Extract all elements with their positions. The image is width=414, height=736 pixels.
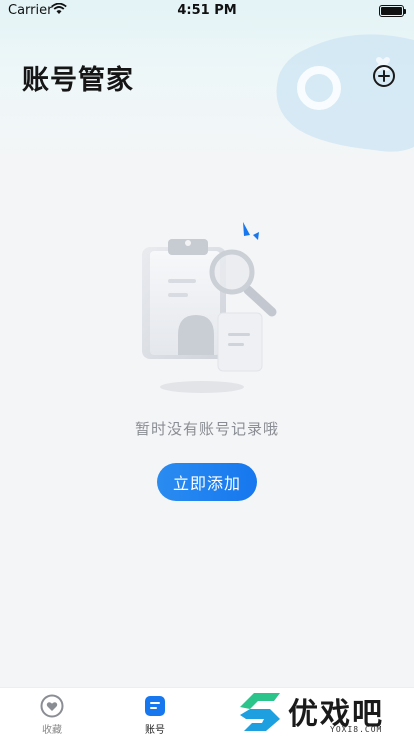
watermark-logo-icon bbox=[240, 693, 280, 731]
plus-circle-icon[interactable] bbox=[372, 64, 396, 88]
watermark-subtext: YOXI8.COM bbox=[330, 725, 383, 734]
clipboard-search-illustration bbox=[142, 222, 277, 393]
empty-state-message: 暂时没有账号记录哦 bbox=[134, 420, 279, 438]
watermark: 优戏吧 YOXI8.COM bbox=[232, 687, 414, 736]
add-now-button[interactable]: 立即添加 bbox=[157, 463, 257, 501]
tab-accounts[interactable]: 账号 bbox=[125, 692, 185, 736]
heart-icon bbox=[40, 694, 64, 718]
status-bar: Carrier 4:51 PM bbox=[0, 0, 414, 22]
status-time: 4:51 PM bbox=[177, 3, 237, 18]
tab-favorites[interactable]: 收藏 bbox=[22, 692, 82, 736]
tab-accounts-label: 账号 bbox=[145, 725, 165, 736]
battery-fill bbox=[381, 7, 402, 15]
page-title: 账号管家 bbox=[22, 65, 134, 96]
battery-icon bbox=[379, 5, 406, 17]
tab-favorites-label: 收藏 bbox=[42, 725, 62, 736]
gamepad-decoration-icon bbox=[276, 34, 414, 152]
account-list-icon bbox=[145, 696, 165, 716]
